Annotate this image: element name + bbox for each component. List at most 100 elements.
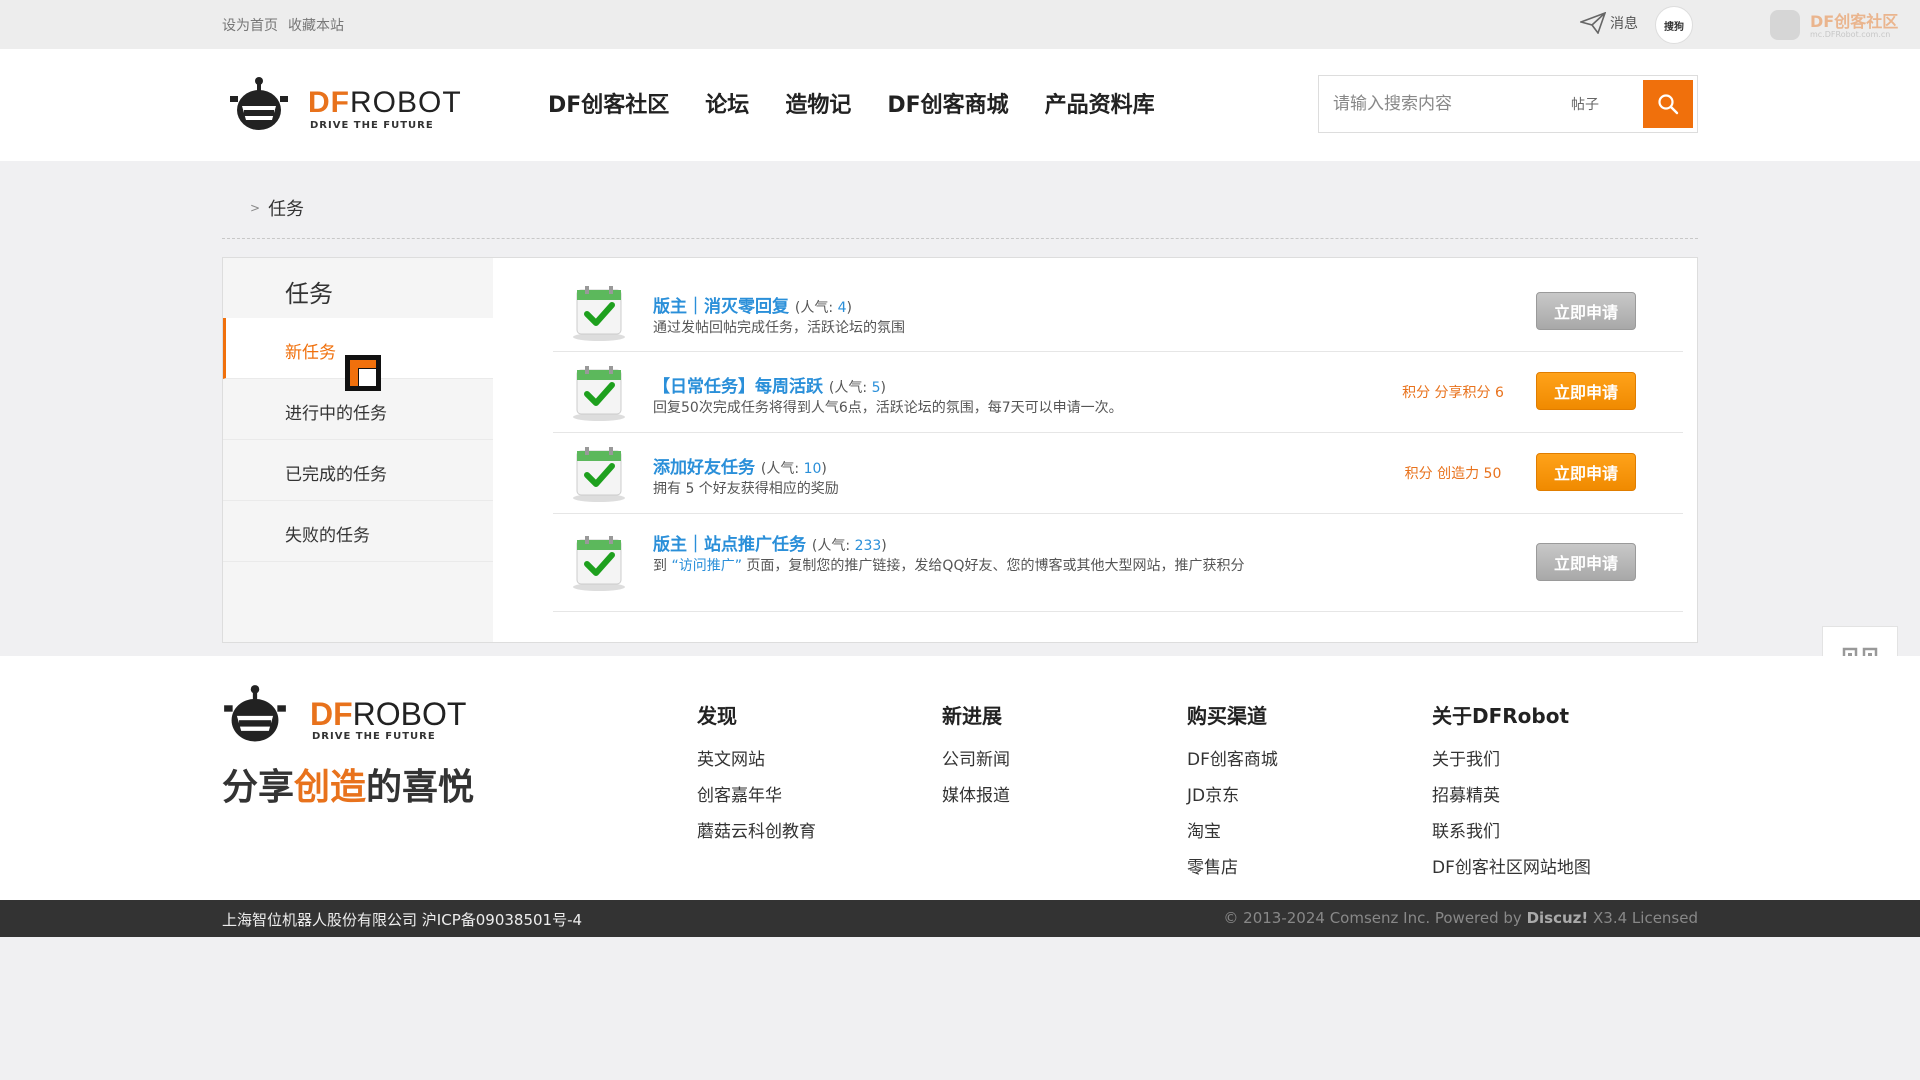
footer-column-news: 新进展 公司新闻 媒体报道: [942, 700, 1010, 817]
task-name: 【日常任务】每周活跃: [653, 377, 823, 397]
desc-suffix: 页面，复制您的推广链接，发给QQ好友、您的博客或其他大型网站，推广获积分: [741, 558, 1245, 574]
popularity-value: 5: [871, 380, 881, 396]
footer-link[interactable]: 淘宝: [1187, 817, 1278, 853]
footer-link[interactable]: 零售店: [1187, 853, 1278, 889]
avatar-text: 搜狗: [1664, 21, 1684, 33]
footer-link[interactable]: 蘑菇云科创教育: [697, 817, 816, 853]
footer: DFROBOT DRIVE THE FUTURE 分享创造的喜悦 发现 英文网站…: [0, 656, 1920, 900]
footer-column-title: 发现: [697, 704, 737, 728]
footer-link[interactable]: 招募精英: [1432, 781, 1591, 817]
task-list: 版主｜消灭零回复 (人气: 4) 通过发帖回帖完成任务，活跃论坛的氛围 立即申请…: [553, 272, 1683, 612]
footer-link[interactable]: DF创客社区网站地图: [1432, 853, 1591, 889]
task-title[interactable]: 添加好友任务 (人气: 10): [653, 453, 827, 478]
task-title[interactable]: 版主｜消灭零回复 (人气: 4): [653, 292, 852, 317]
header: DFROBOT DRIVE THE FUTURE DF创客社区 论坛 造物记 D…: [0, 49, 1920, 161]
breadcrumb-current[interactable]: 任务: [268, 195, 304, 221]
task-sidebar: 任务 新任务 进行中的任务 已完成的任务 失败的任务: [223, 258, 493, 642]
task-title[interactable]: 【日常任务】每周活跃 (人气: 5): [653, 372, 886, 397]
popularity-label: 人气:: [834, 380, 868, 396]
set-home-link[interactable]: 设为首页: [222, 15, 278, 35]
footer-link[interactable]: 关于我们: [1432, 745, 1591, 781]
sidebar-title: 任务: [223, 258, 493, 318]
nav-product-wiki[interactable]: 产品资料库: [1045, 87, 1155, 119]
apply-button[interactable]: 立即申请: [1536, 372, 1636, 410]
footer-logo-wordmark: DFROBOT: [310, 696, 466, 733]
top-bar: 设为首页 收藏本站 消息 搜狗 DF创客社区 mc.DFRobot.com.cn: [0, 0, 1920, 49]
footer-link[interactable]: JD京东: [1187, 781, 1278, 817]
slogan-part: 的喜悦: [366, 767, 475, 808]
nav-makelog[interactable]: 造物记: [785, 87, 851, 119]
sidebar-item-failed[interactable]: 失败的任务: [223, 501, 493, 562]
brand-watermark-sub: mc.DFRobot.com.cn: [1810, 30, 1891, 39]
task-reward: 积分 分享积分 6: [1402, 385, 1504, 401]
popularity-label: 人气:: [817, 538, 851, 554]
footer-logo[interactable]: DFROBOT DRIVE THE FUTURE: [222, 684, 512, 746]
task-row: 添加好友任务 (人气: 10) 拥有 5 个好友获得相应的奖励 积分 创造力 5…: [553, 433, 1683, 514]
task-title[interactable]: 版主｜站点推广任务 (人气: 233): [653, 530, 887, 555]
popularity-value: 10: [803, 461, 822, 477]
brand-watermark-title: DF创客社区: [1810, 12, 1899, 31]
search-input[interactable]: [1319, 76, 1559, 132]
divider: [222, 238, 1698, 239]
company-name: 上海智位机器人股份有限公司: [222, 911, 418, 929]
task-panel: 任务 新任务 进行中的任务 已完成的任务 失败的任务 版主｜消灭零回复 (人气:…: [222, 257, 1698, 643]
task-name: 版主｜消灭零回复: [653, 297, 789, 317]
apply-button[interactable]: 立即申请: [1536, 453, 1636, 491]
task-popularity: (人气: 10): [760, 461, 827, 477]
footer-link[interactable]: 媒体报道: [942, 781, 1010, 817]
messages-label: 消息: [1610, 16, 1638, 32]
logo-tagline: DRIVE THE FUTURE: [310, 120, 434, 131]
footer-link[interactable]: DF创客商城: [1187, 745, 1278, 781]
logo-wordmark: DFROBOT: [308, 86, 462, 120]
search-icon: [1658, 94, 1679, 115]
calendar-check-icon: [573, 447, 625, 502]
copyright-suffix: X3.4 Licensed: [1588, 909, 1698, 927]
top-links: 设为首页 收藏本站: [222, 15, 344, 35]
task-reward: 积分 创造力 50: [1404, 466, 1502, 482]
promotion-link[interactable]: “访问推广”: [671, 558, 742, 574]
task-description: 通过发帖回帖完成任务，活跃论坛的氛围: [653, 320, 905, 336]
discuz-link[interactable]: Discuz!: [1527, 909, 1589, 927]
dfrobot-logo[interactable]: DFROBOT DRIVE THE FUTURE: [228, 76, 488, 138]
footer-link[interactable]: 联系我们: [1432, 817, 1591, 853]
popularity-label: 人气:: [800, 300, 834, 316]
icp-link[interactable]: 沪ICP备09038501号-4: [422, 911, 582, 929]
task-popularity: (人气: 4): [794, 300, 852, 316]
task-description: 拥有 5 个好友获得相应的奖励: [653, 481, 839, 497]
task-popularity: (人气: 5): [828, 380, 886, 396]
footer-column-buy: 购买渠道 DF创客商城 JD京东 淘宝 零售店: [1187, 700, 1278, 889]
search-button[interactable]: [1643, 80, 1693, 128]
footer-column-title: 新进展: [942, 704, 1002, 728]
logo-robot: ROBOT: [350, 86, 462, 119]
robot-logo-icon: [230, 77, 288, 130]
task-row: 【日常任务】每周活跃 (人气: 5) 回复50次完成任务将得到人气6点，活跃论坛…: [553, 352, 1683, 433]
footer-logo-tagline: DRIVE THE FUTURE: [312, 731, 436, 742]
footer-slogan: 分享创造的喜悦: [222, 758, 474, 810]
company-info: 上海智位机器人股份有限公司 沪ICP备09038501号-4: [222, 909, 582, 930]
task-name: 版主｜站点推广任务: [653, 535, 806, 555]
robot-logo-icon: [1770, 10, 1800, 40]
apply-button[interactable]: 立即申请: [1536, 292, 1636, 330]
avatar[interactable]: 搜狗: [1655, 6, 1693, 44]
sidebar-item-completed[interactable]: 已完成的任务: [223, 440, 493, 501]
nav-forum[interactable]: 论坛: [705, 87, 749, 119]
robot-logo-icon: [224, 685, 286, 742]
footer-link[interactable]: 公司新闻: [942, 745, 1010, 781]
main-nav: DF创客社区 论坛 造物记 DF创客商城 产品资料库: [548, 87, 1155, 119]
footer-link[interactable]: 创客嘉年华: [697, 781, 816, 817]
task-row: 版主｜站点推广任务 (人气: 233) 到 “访问推广” 页面，复制您的推广链接…: [553, 514, 1683, 612]
slogan-part: 分享: [222, 767, 295, 808]
chevron-right-icon: >: [250, 201, 261, 215]
calendar-check-icon: [573, 536, 625, 591]
apply-button[interactable]: 立即申请: [1536, 543, 1636, 581]
nav-community[interactable]: DF创客社区: [548, 87, 669, 119]
search-scope-select[interactable]: 帖子: [1571, 94, 1599, 114]
popularity-value: 233: [854, 538, 882, 554]
footer-link[interactable]: 英文网站: [697, 745, 816, 781]
footer-logo-robot: ROBOT: [352, 696, 467, 732]
nav-store[interactable]: DF创客商城: [887, 87, 1008, 119]
brand-watermark: DF创客社区 mc.DFRobot.com.cn: [1770, 6, 1910, 44]
messages-link[interactable]: 消息: [1580, 12, 1638, 34]
bookmark-link[interactable]: 收藏本站: [288, 15, 344, 35]
popularity-label: 人气:: [766, 461, 800, 477]
